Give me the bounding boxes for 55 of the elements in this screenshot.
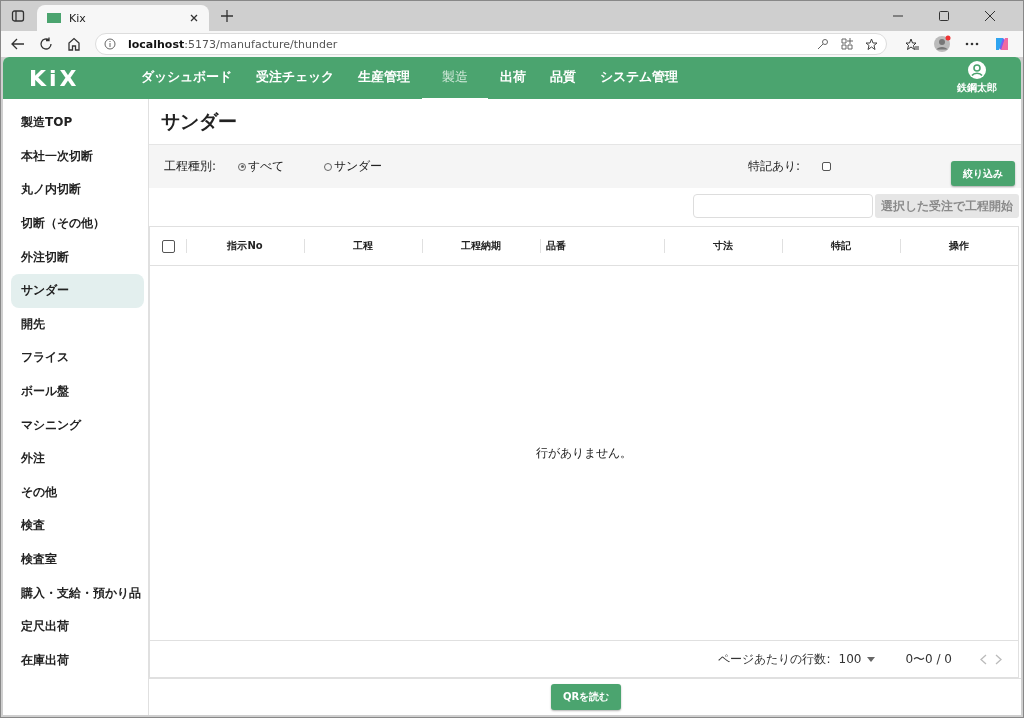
back-icon[interactable] bbox=[11, 38, 25, 50]
select-all-checkbox[interactable] bbox=[161, 239, 175, 253]
column-header[interactable]: 操作 bbox=[949, 239, 969, 253]
sidebar-item[interactable]: 開先 bbox=[11, 307, 144, 342]
radio-option[interactable]: すべて bbox=[238, 158, 285, 175]
sidebar-item[interactable]: 定尺出荷 bbox=[11, 609, 144, 644]
sidebar-item[interactable]: 検査 bbox=[11, 509, 144, 543]
sidebar-item[interactable]: 丸ノ内切断 bbox=[11, 173, 144, 207]
sidebar-item[interactable]: 購入・支給・預かり品 bbox=[11, 576, 144, 610]
empty-message: 行がありません。 bbox=[536, 444, 632, 462]
sidebar-item[interactable]: 外注 bbox=[11, 441, 144, 476]
more-icon[interactable] bbox=[965, 42, 979, 46]
sidebar-item[interactable]: サンダー bbox=[11, 273, 144, 308]
star-icon[interactable] bbox=[865, 37, 878, 51]
rows-per-page-label: ページあたりの行数: bbox=[718, 650, 831, 668]
info-icon[interactable] bbox=[104, 38, 116, 50]
browser-tab[interactable]: Kix bbox=[37, 5, 209, 31]
favorites-icon[interactable] bbox=[905, 37, 919, 51]
close-icon[interactable] bbox=[985, 11, 995, 21]
reload-icon[interactable] bbox=[39, 37, 53, 51]
maximize-icon[interactable] bbox=[939, 11, 949, 21]
sidebar-item[interactable]: フライス bbox=[11, 341, 144, 375]
profile-icon[interactable] bbox=[933, 35, 951, 53]
user-icon[interactable] bbox=[968, 61, 986, 79]
sidebar-item[interactable]: 切断（その他） bbox=[11, 206, 144, 241]
special-label: 特記あり: bbox=[747, 158, 800, 175]
column-header[interactable]: 工程納期 bbox=[461, 239, 501, 253]
home-icon[interactable] bbox=[67, 37, 81, 51]
sidebar-item[interactable]: 外注切断 bbox=[11, 240, 144, 274]
sidebar-item[interactable]: 検査室 bbox=[11, 542, 144, 577]
sidebar-item[interactable]: マシニング bbox=[11, 408, 144, 442]
radio-option[interactable]: サンダー bbox=[324, 158, 383, 175]
address-field[interactable]: localhost:5173/manufacture/thunder bbox=[95, 33, 887, 55]
sidebar-item[interactable]: 製造TOP bbox=[11, 106, 144, 140]
favicon-icon bbox=[47, 13, 61, 23]
sidebar-item[interactable]: その他 bbox=[11, 475, 144, 510]
search-field[interactable] bbox=[693, 194, 873, 218]
tab-actions-icon[interactable] bbox=[11, 9, 25, 23]
sidebar-item[interactable]: 本社一次切断 bbox=[11, 139, 144, 174]
special-checkbox[interactable] bbox=[822, 162, 831, 171]
column-header[interactable]: 指示No bbox=[227, 239, 263, 253]
caret-icon bbox=[867, 656, 876, 662]
column-header[interactable]: 寸法 bbox=[713, 239, 733, 253]
new-tab-icon[interactable] bbox=[221, 10, 233, 22]
rows-per-page-select[interactable]: 100 bbox=[838, 652, 876, 666]
column-header[interactable]: 工程 bbox=[353, 239, 373, 253]
apps-icon[interactable] bbox=[841, 38, 853, 50]
sidebar-item[interactable]: 在庫出荷 bbox=[11, 643, 144, 678]
column-header[interactable]: 特記 bbox=[831, 239, 851, 253]
column-header[interactable]: 品番 bbox=[546, 239, 566, 253]
close-icon[interactable] bbox=[189, 13, 199, 23]
key-icon[interactable] bbox=[817, 38, 829, 50]
sidebar-item[interactable]: ボール盤 bbox=[11, 374, 144, 409]
page-range: 0〜0 / 0 bbox=[905, 650, 952, 668]
filter-label: 工程種別: bbox=[164, 158, 217, 175]
